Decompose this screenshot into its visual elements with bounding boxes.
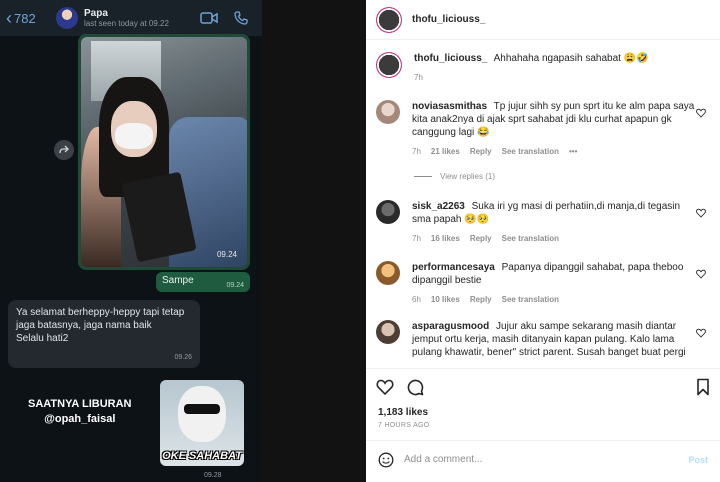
sticker-label: OKE SAHABAT (162, 450, 242, 462)
last-seen: last seen today at 09.22 (84, 19, 169, 29)
author-avatar[interactable] (376, 6, 402, 33)
chevron-left-icon: ‹ (6, 8, 12, 28)
commenter-avatar[interactable] (376, 200, 400, 224)
comment-item: performancesaya Papanya dipanggil sahaba… (376, 261, 710, 306)
author-username[interactable]: thofu_liciouss_ (412, 14, 485, 25)
photo-image[interactable]: 09.24 (81, 37, 247, 267)
action-bar (366, 368, 720, 404)
instagram-panel: thofu_liciouss_ thofu_liciouss_ Ahhahaha… (366, 0, 720, 482)
like-comment-icon[interactable] (696, 328, 706, 338)
like-comment-icon[interactable] (696, 208, 706, 218)
see-translation-button[interactable]: See translation (502, 293, 559, 306)
post-caption: thofu_liciouss_ Ahhahaha ngapasih sahaba… (376, 52, 710, 84)
reply-button[interactable]: Reply (470, 232, 492, 245)
caption-avatar[interactable] (376, 52, 402, 78)
like-comment-icon[interactable] (696, 108, 706, 118)
comment-username[interactable]: asparagusmood (412, 321, 489, 332)
like-heart-icon[interactable] (376, 378, 394, 396)
commenter-avatar[interactable] (376, 100, 400, 124)
comment-bubble-icon[interactable] (406, 378, 424, 396)
reply-button[interactable]: Reply (470, 293, 492, 306)
see-translation-button[interactable]: See translation (502, 232, 559, 245)
dark-background (262, 0, 366, 482)
comment-username[interactable]: sisk_a2263 (412, 201, 465, 212)
incoming-timestamp: 09.26 (174, 354, 192, 361)
comment-likes[interactable]: 10 likes (431, 293, 460, 306)
overlay-caption: SAATNYA LIBURAN @opah_faisal (28, 397, 132, 427)
post-age: 7 HOURS AGO (378, 422, 430, 429)
comment-item: sisk_a2263 Suka iri yg masi di perhatiin… (376, 200, 710, 245)
comment-username[interactable]: performancesaya (412, 262, 495, 273)
comment-item: noviasasmithas Tp jujur sihh sy pun sprt… (376, 100, 710, 158)
chat-header: ‹ 782 Papa last seen today at 09.22 (0, 0, 262, 36)
unread-count: 782 (14, 10, 36, 26)
photo-timestamp: 09.24 (216, 250, 237, 259)
add-comment-bar: Add a comment... Post (366, 440, 720, 478)
commenter-avatar[interactable] (376, 320, 400, 344)
likes-count[interactable]: 1,183 likes (378, 407, 428, 418)
view-replies-label: View replies (1) (440, 172, 495, 181)
video-call-icon[interactable] (200, 12, 218, 24)
photo-message[interactable]: 09.24 (78, 34, 250, 270)
commenter-avatar[interactable] (376, 261, 400, 285)
like-comment-icon[interactable] (696, 269, 706, 279)
chat-window: ‹ 782 Papa last seen today at 09.22 09.2… (0, 0, 262, 482)
reply-button[interactable]: Reply (470, 145, 492, 158)
view-replies-button[interactable]: View replies (1) (414, 172, 495, 181)
see-translation-button[interactable]: See translation (502, 145, 559, 158)
post-button[interactable]: Post (688, 455, 708, 465)
comment-likes[interactable]: 16 likes (431, 232, 460, 245)
back-button[interactable]: ‹ 782 (6, 9, 50, 27)
sticker-timestamp: 09.28 (204, 472, 222, 479)
overlay-caption-line1: SAATNYA LIBURAN (28, 398, 132, 410)
comment-time: 7h (412, 147, 421, 156)
sticker[interactable]: OKE SAHABAT (160, 380, 244, 466)
more-options-button[interactable]: ••• (569, 145, 577, 158)
overlay-caption-line2: @opah_faisal (44, 413, 116, 425)
comment-time: 7h (412, 234, 421, 243)
outgoing-message[interactable]: Sampe 09.24 (156, 272, 250, 292)
caption-text: Ahhahaha ngapasih sahabat 😩🤣 (493, 53, 649, 64)
contact-info[interactable]: Papa last seen today at 09.22 (84, 8, 169, 29)
emoji-icon[interactable] (378, 452, 394, 468)
share-arrow-icon (59, 145, 69, 154)
post-header: thofu_liciouss_ (366, 0, 720, 40)
comment-item: asparagusmood Jujur aku sampe sekarang m… (376, 320, 710, 366)
outgoing-timestamp: 09.24 (226, 282, 244, 289)
comment-username[interactable]: noviasasmithas (412, 101, 487, 112)
incoming-message[interactable]: Ya selamat berheppy-heppy tapi tetap jag… (8, 300, 200, 368)
contact-name: Papa (84, 7, 108, 19)
chat-panel: ‹ 782 Papa last seen today at 09.22 09.2… (0, 0, 366, 482)
incoming-text: Ya selamat berheppy-heppy tapi tetap jag… (16, 307, 185, 344)
comment-input[interactable]: Add a comment... (404, 454, 688, 465)
comment-likes[interactable]: 21 likes (431, 145, 460, 158)
contact-avatar[interactable] (56, 7, 78, 29)
caption-username[interactable]: thofu_liciouss_ (414, 53, 487, 64)
comment-time: 6h (412, 295, 421, 304)
forward-button[interactable] (54, 140, 74, 160)
phone-icon[interactable] (234, 11, 248, 25)
caption-time: 7h (414, 73, 423, 82)
bookmark-icon[interactable] (696, 378, 710, 396)
outgoing-text: Sampe (162, 275, 194, 286)
